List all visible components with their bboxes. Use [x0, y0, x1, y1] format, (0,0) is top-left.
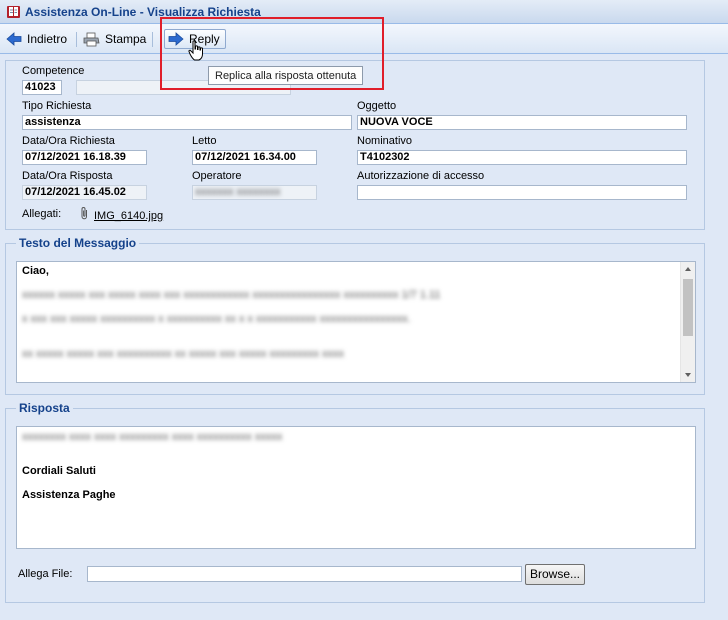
message-scrollbar[interactable]: [680, 262, 695, 382]
scroll-down-icon[interactable]: [685, 373, 691, 377]
operator-field: xxxxxxx xxxxxxxx: [192, 185, 317, 200]
response-line: xxxxxxxx xxxx xxxx xxxxxxxxx xxxx xxxxxx…: [22, 431, 283, 443]
arrow-right-icon: [168, 32, 184, 46]
request-type-field: assistenza: [22, 115, 352, 130]
request-datetime-field: 07/12/2021 16.18.39: [22, 150, 147, 165]
request-type-label: Tipo Richiesta: [22, 100, 92, 112]
message-line: xxxxxx xxxxx xxx xxxxx xxxx xxx xxxxxxxx…: [22, 289, 441, 301]
response-datetime-label: Data/Ora Risposta: [22, 170, 113, 182]
arrow-left-icon: [6, 32, 22, 46]
toolbar-separator: [152, 32, 153, 47]
scroll-thumb[interactable]: [683, 279, 693, 336]
message-textarea[interactable]: Ciao, xxxxxx xxxxx xxx xxxxx xxxx xxx xx…: [16, 261, 696, 383]
paperclip-icon: [81, 207, 87, 220]
book-icon: [7, 6, 20, 18]
attach-file-label: Allega File:: [18, 568, 73, 580]
operator-label: Operatore: [192, 170, 242, 182]
message-legend: Testo del Messaggio: [16, 236, 140, 250]
subject-label: Oggetto: [357, 100, 397, 112]
message-line: x xxx xxx xxxxx xxxxxxxxxx x xxxxxxxxxx …: [22, 313, 411, 325]
read-field: 07/12/2021 16.34.00: [192, 150, 317, 165]
competence-field: 41023: [22, 80, 62, 95]
back-button[interactable]: Indietro: [6, 29, 67, 49]
response-datetime-field: 07/12/2021 16.45.02: [22, 185, 147, 200]
print-label: Stampa: [105, 32, 147, 46]
response-legend: Risposta: [16, 401, 73, 415]
file-path-input[interactable]: [87, 566, 522, 582]
printer-icon: [83, 32, 100, 46]
read-label: Letto: [192, 135, 217, 147]
name-label: Nominativo: [357, 135, 413, 147]
reply-tooltip: Replica alla risposta ottenuta: [208, 66, 364, 85]
title-bar: Assistenza On-Line - Visualizza Richiest…: [0, 0, 728, 24]
toolbar-separator: [76, 32, 77, 47]
message-line: xx xxxxx xxxxx xxx xxxxxxxxxx xx xxxxx x…: [22, 348, 345, 360]
print-button[interactable]: Stampa: [83, 29, 146, 49]
operator-value: xxxxxxx xxxxxxxx: [195, 186, 281, 198]
subject-field: NUOVA VOCE: [357, 115, 687, 130]
message-greeting: Ciao,: [22, 265, 49, 277]
toolbar: Indietro Stampa Reply: [0, 24, 728, 54]
name-field: T4102302: [357, 150, 687, 165]
window-title: Assistenza On-Line - Visualizza Richiest…: [25, 5, 261, 19]
scroll-up-icon[interactable]: [685, 267, 691, 271]
attachments-label: Allegati:: [22, 208, 62, 220]
response-signature: Assistenza Paghe: [22, 489, 116, 501]
access-auth-label: Autorizzazione di accesso: [357, 170, 485, 182]
response-textarea[interactable]: xxxxxxxx xxxx xxxx xxxxxxxxx xxxx xxxxxx…: [16, 426, 696, 549]
hand-cursor-icon: [188, 40, 203, 61]
access-auth-field: [357, 185, 687, 200]
browse-button[interactable]: Browse...: [525, 564, 585, 585]
response-closing: Cordiali Saluti: [22, 465, 96, 477]
request-datetime-label: Data/Ora Richiesta: [22, 135, 115, 147]
back-label: Indietro: [27, 32, 68, 46]
competence-label: Competence: [22, 65, 85, 77]
attachment-link[interactable]: IMG_6140.jpg: [94, 210, 163, 222]
